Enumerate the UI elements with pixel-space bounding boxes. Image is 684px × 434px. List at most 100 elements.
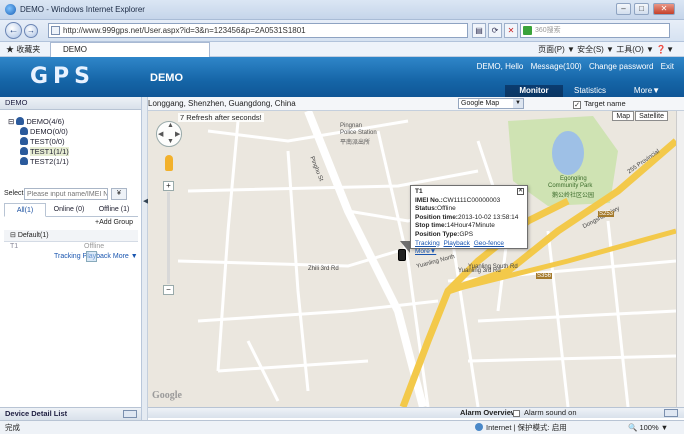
device-select-checkbox[interactable]	[86, 251, 97, 262]
geofence-link[interactable]: Geo-fence	[474, 240, 504, 247]
top-links: DEMO, Hello Message(100) Change password…	[472, 62, 674, 71]
select-label: Select	[4, 190, 24, 197]
stop-time-label: Stop time:	[415, 222, 447, 230]
label-pingnan: Pingnan	[340, 123, 363, 129]
playback-link[interactable]: Playback	[444, 240, 470, 247]
imei-value: CW1111C00000003	[442, 196, 501, 204]
tab-monitor[interactable]: Monitor	[505, 85, 563, 97]
pan-right-icon[interactable]: ▶	[175, 130, 180, 138]
refresh-note: 7 Refresh after seconds!	[178, 113, 264, 122]
tab-all[interactable]: All(1)	[4, 203, 46, 217]
device-search-input[interactable]	[24, 188, 108, 200]
group-header[interactable]: ⊟ Default(1)	[4, 230, 138, 242]
refresh-button[interactable]: ⟳	[488, 23, 502, 38]
stop-button[interactable]: ✕	[504, 23, 518, 38]
address-bar: ← → http://www.999gps.net/User.aspx?id=3…	[0, 20, 684, 42]
compat-view-button[interactable]: ▤	[472, 23, 486, 38]
zoom-level[interactable]: 🔍 100% ▼	[628, 421, 668, 434]
position-type-label: Position Type:	[415, 230, 460, 238]
device-status: Offline	[84, 243, 105, 250]
tree-root[interactable]: ⊟ DEMO(4/6)	[8, 117, 64, 126]
pan-left-icon[interactable]: ◀	[158, 130, 163, 138]
tree-item-test1[interactable]: TEST1(1/1)	[20, 147, 69, 156]
exit-link[interactable]: Exit	[661, 62, 674, 71]
chevron-down-icon[interactable]: ¥	[111, 188, 127, 200]
tree-label: DEMO(0/0)	[30, 127, 68, 136]
filter-tabs: All(1) Online (0) Offline (1)	[4, 203, 138, 217]
tree-label: TEST2(1/1)	[30, 157, 69, 166]
gps-logo: GPS	[30, 64, 96, 89]
minimize-button[interactable]: –	[616, 3, 631, 15]
location-text: Longgang, Shenzhen, Guangdong, China	[148, 99, 296, 108]
pan-up-icon[interactable]: ▲	[167, 122, 174, 129]
chevron-down-icon: ▼	[513, 99, 523, 108]
imei-label: IMEI No.:	[415, 196, 443, 204]
forward-button[interactable]: →	[24, 24, 38, 38]
messages-link[interactable]: Message(100)	[531, 62, 582, 71]
add-group-button[interactable]: +Add Group	[95, 219, 133, 226]
tree-item-test2[interactable]: TEST2(1/1)	[20, 157, 69, 166]
alarm-overview[interactable]: Alarm Overview	[460, 408, 517, 418]
checkbox-icon[interactable]: ✓	[573, 101, 581, 109]
person-icon	[20, 127, 28, 135]
url-field[interactable]: http://www.999gps.net/User.aspx?id=3&n=1…	[48, 23, 468, 38]
change-password-link[interactable]: Change password	[589, 62, 653, 71]
close-icon[interactable]: ✕	[517, 188, 524, 195]
tree-item-demo[interactable]: DEMO(0/0)	[20, 127, 68, 136]
tools-menu[interactable]: 页面(P) ▼ 安全(S) ▼ 工具(O) ▼ ❓▼	[538, 44, 674, 55]
lake	[552, 131, 584, 175]
zone-text: Internet | 保护模式: 启用	[486, 423, 567, 432]
search-field[interactable]: 360搜索	[520, 23, 670, 38]
info-title: T1	[415, 188, 423, 195]
tree-label: TEST1(1/1)	[30, 147, 69, 156]
zoom-out-button[interactable]: −	[163, 285, 174, 295]
tracking-link[interactable]: Tracking	[415, 240, 440, 247]
map-view-button[interactable]: Map	[612, 111, 634, 121]
label-park-cn: 鹅公岭社区公园	[552, 193, 595, 199]
person-icon	[20, 137, 28, 145]
alarm-sound-label: Alarm sound on	[524, 408, 577, 417]
tab-offline[interactable]: Offline (1)	[93, 203, 135, 217]
zoom-slider[interactable]	[167, 192, 170, 284]
tree-label: TEST(0/0)	[30, 137, 65, 146]
close-button[interactable]: ✕	[653, 3, 675, 15]
alarm-sound-checkbox[interactable]	[513, 410, 520, 417]
group-icon	[16, 117, 25, 125]
label-yuanling-south: Yuanling South Rd	[468, 264, 518, 270]
tree-item-test[interactable]: TEST(0/0)	[20, 137, 65, 146]
map-drawing	[148, 111, 676, 407]
browser-tab[interactable]: DEMO	[50, 42, 210, 57]
map-canvas[interactable]: Pingnan Police Station 平南派出所 Egongling C…	[148, 111, 676, 407]
url-text: http://www.999gps.net/User.aspx?id=3&n=1…	[63, 26, 306, 35]
tab-more[interactable]: More▼	[618, 85, 676, 97]
device-detail-list[interactable]: Device Detail List	[0, 407, 141, 420]
device-name: T1	[10, 243, 19, 250]
map-type-select[interactable]: Google Map ▼	[458, 98, 524, 109]
favorites-button[interactable]: ★ 收藏夹	[6, 44, 40, 55]
select-row: Select ¥	[0, 187, 141, 201]
back-button[interactable]: ←	[5, 22, 22, 39]
label-police-station: Police Station	[340, 130, 377, 136]
expand-icon[interactable]	[123, 410, 137, 418]
zoom-in-button[interactable]: +	[163, 181, 174, 191]
status-text: 完成	[5, 423, 20, 432]
device-panel: DEMO ⊟ DEMO(4/6) DEMO(0/0) TEST(0/0) TES…	[0, 97, 142, 424]
expand-icon[interactable]	[664, 409, 678, 417]
target-name-toggle[interactable]: ✓ Target name	[573, 99, 626, 109]
tab-online[interactable]: Online (0)	[48, 203, 90, 217]
position-time-label: Position time:	[415, 213, 458, 221]
device-row[interactable]: T1 Offline Tracking Playback More ▼	[4, 242, 138, 264]
more-link[interactable]: More▼	[415, 248, 436, 255]
tab-label: DEMO	[63, 45, 87, 54]
page-icon	[51, 26, 60, 35]
satellite-view-button[interactable]: Satellite	[635, 111, 668, 121]
pan-control[interactable]: ▲ ◀ ▶ ▼	[156, 121, 182, 147]
street-view-pegman-icon[interactable]	[165, 155, 173, 171]
maximize-button[interactable]: □	[634, 3, 649, 15]
tab-statistics[interactable]: Statistics	[565, 85, 615, 97]
person-icon	[20, 157, 28, 165]
vehicle-marker-icon[interactable]	[398, 249, 406, 261]
vehicle-info-window: ✕ T1 IMEI No.:CW1111C00000003 Status:Off…	[410, 185, 528, 255]
map-scrollbar[interactable]	[676, 111, 684, 407]
pan-down-icon[interactable]: ▼	[167, 138, 174, 145]
